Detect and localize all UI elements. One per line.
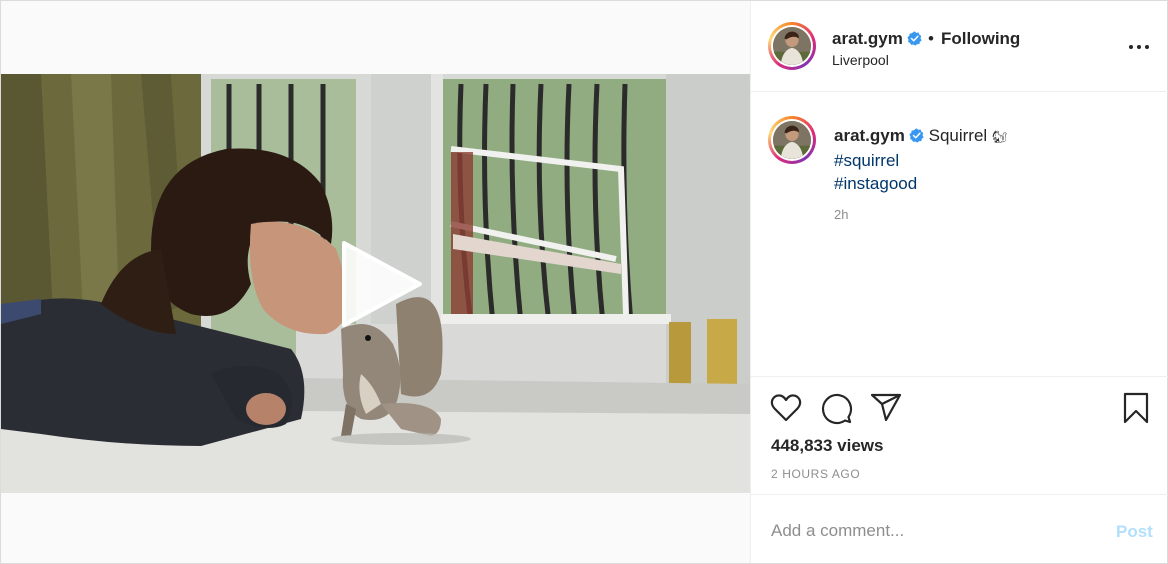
caption-username[interactable]: arat.gym	[834, 126, 924, 145]
caption-avatar[interactable]	[768, 116, 816, 164]
caption-section: arat.gym Squirrel 🐿 #squirrel #instagood…	[751, 92, 1168, 375]
action-bar: 448,833 views 2 HOURS AGO	[751, 376, 1168, 494]
more-options-icon[interactable]	[1127, 37, 1151, 57]
caption-timestamp: 2h	[834, 207, 849, 222]
caption-text: arat.gym Squirrel 🐿 #squirrel #instagood	[834, 124, 1007, 195]
post-video[interactable]	[1, 74, 750, 493]
hashtag-instagood[interactable]: #instagood	[834, 172, 1007, 195]
comment-input[interactable]	[771, 519, 1091, 543]
media-area	[1, 1, 750, 563]
hashtag-squirrel[interactable]: #squirrel	[834, 149, 1007, 172]
bookmark-icon[interactable]	[1119, 391, 1153, 425]
post-sidebar: arat.gym • Following Liverpool arat.gym …	[750, 1, 1168, 563]
separator-dot: •	[928, 29, 934, 48]
comment-box: Post	[751, 494, 1168, 563]
post-header: arat.gym • Following Liverpool	[751, 1, 1168, 92]
post-comment-button[interactable]: Post	[1116, 522, 1153, 542]
username-text: arat.gym	[832, 29, 903, 48]
heart-icon[interactable]	[769, 391, 803, 425]
post-timestamp: 2 HOURS AGO	[771, 467, 861, 481]
views-count[interactable]: 448,833 views	[771, 436, 883, 456]
verified-badge-icon	[907, 31, 922, 46]
location-link[interactable]: Liverpool	[832, 52, 889, 68]
following-button[interactable]: Following	[941, 29, 1020, 49]
share-icon[interactable]	[869, 391, 903, 425]
avatar-photo	[773, 121, 811, 159]
avatar-photo	[773, 27, 811, 65]
caption-body: Squirrel	[928, 126, 988, 145]
comment-icon[interactable]	[819, 391, 853, 425]
post-author-username[interactable]: arat.gym	[832, 29, 922, 49]
verified-badge-icon	[909, 128, 924, 143]
play-icon[interactable]	[338, 241, 424, 327]
post-card: arat.gym • Following Liverpool arat.gym …	[0, 0, 1168, 564]
squirrel-emoji: 🐿	[991, 130, 1008, 144]
avatar[interactable]	[768, 22, 816, 70]
username-text: arat.gym	[834, 126, 905, 145]
